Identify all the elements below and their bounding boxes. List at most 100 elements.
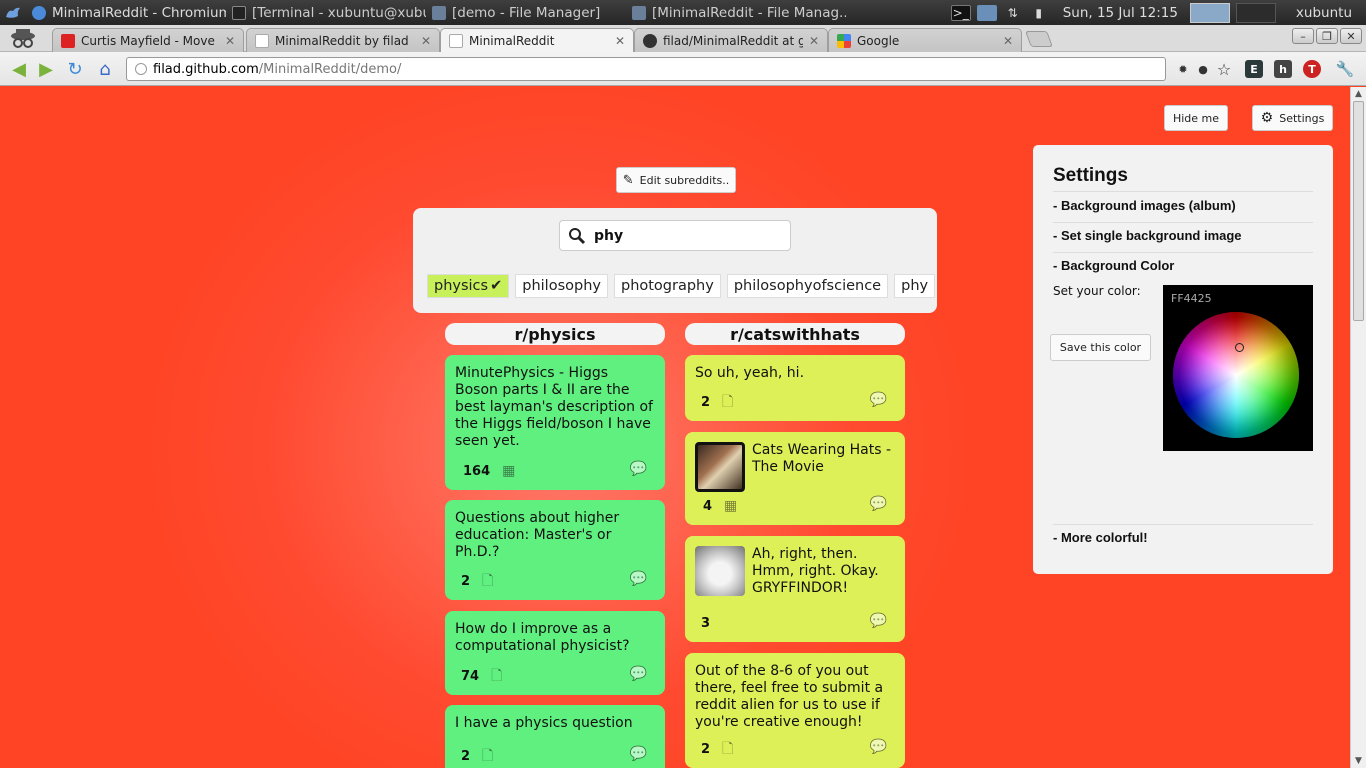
color-marker[interactable] [1235, 343, 1244, 352]
column-title-physics[interactable]: r/physics [445, 323, 665, 345]
post-thumbnail[interactable] [695, 442, 745, 492]
subreddit-search-input[interactable]: phy [559, 220, 791, 251]
film-icon: ▦ [724, 498, 738, 514]
settings-button[interactable]: ⚙ Settings [1252, 105, 1333, 131]
taskbar-item-file-manager-2[interactable]: [MinimalReddit - File Manag... [626, 0, 846, 25]
save-color-button[interactable]: Save this color [1050, 334, 1151, 361]
comment-icon[interactable]: 💬 [630, 666, 647, 683]
subreddit-suggestions: physics ✔ philosophy photography philosop… [427, 274, 936, 298]
tab-minimalreddit-by-filad[interactable]: MinimalReddit by filad ✕ [246, 28, 440, 52]
document-icon: 🗋 [482, 748, 494, 764]
file-manager-launcher-icon[interactable] [976, 4, 997, 21]
terminal-launcher-icon[interactable]: >_ [950, 4, 971, 21]
wrench-menu-icon[interactable]: 🔧 [1336, 60, 1355, 78]
terminal-icon [232, 5, 246, 20]
scroll-up-icon[interactable]: ▲ [1351, 87, 1366, 101]
post-card[interactable]: Questions about higher education: Master… [445, 500, 665, 600]
setting-background-color[interactable]: - Background Color [1053, 258, 1174, 273]
post-title[interactable]: I have a physics question [455, 715, 655, 732]
post-title[interactable]: How do I improve as a computational phys… [455, 621, 655, 655]
os-taskbar: MinimalReddit - Chromium [Terminal - xub… [0, 0, 1366, 25]
tab-curtis-mayfield[interactable]: Curtis Mayfield - Move On U ✕ [52, 28, 244, 52]
comment-icon[interactable]: 💬 [630, 461, 647, 478]
post-title[interactable]: Cats Wearing Hats - The Movie [752, 442, 895, 476]
close-window-icon[interactable]: ✕ [1340, 28, 1362, 44]
post-title[interactable]: Out of the 8-6 of you out there, feel fr… [695, 663, 895, 731]
page-info-icon[interactable] [135, 63, 147, 75]
google-icon [837, 33, 851, 48]
column-title-catswithhats[interactable]: r/catswithhats [685, 323, 905, 345]
network-icon[interactable]: ⇅ [1003, 5, 1023, 21]
hide-me-button[interactable]: Hide me [1164, 105, 1228, 131]
h-extension-icon[interactable]: h [1274, 60, 1292, 78]
setting-single-background[interactable]: - Set single background image [1053, 228, 1242, 243]
scrollbar-thumb[interactable] [1353, 101, 1364, 321]
workspace-switcher-2[interactable] [1235, 2, 1276, 23]
bug-extension-icon[interactable]: ✹ [1174, 60, 1192, 78]
t-extension-icon[interactable]: T [1303, 60, 1321, 78]
close-tab-icon[interactable]: ✕ [225, 34, 235, 48]
tab-github[interactable]: filad/MinimalReddit at gh-p ✕ [634, 28, 828, 52]
comment-icon[interactable]: 💬 [630, 746, 647, 763]
back-icon[interactable]: ◀ [8, 59, 30, 80]
suggestion-philosophy[interactable]: philosophy [515, 274, 608, 298]
xfce-menu-icon[interactable] [0, 0, 26, 25]
post-card[interactable]: So uh, yeah, hi. 2 🗋 💬 [685, 355, 905, 421]
page-icon [449, 34, 463, 48]
post-score: 2 [701, 395, 711, 410]
setting-background-images[interactable]: - Background images (album) [1053, 198, 1236, 213]
post-title[interactable]: So uh, yeah, hi. [695, 365, 895, 382]
workspace-switcher-1[interactable] [1189, 2, 1230, 23]
forward-icon[interactable]: ▶ [35, 59, 57, 80]
comment-icon[interactable]: 💬 [630, 571, 647, 588]
close-tab-icon[interactable]: ✕ [1003, 34, 1013, 48]
close-tab-icon[interactable]: ✕ [615, 34, 625, 48]
post-card[interactable]: Cats Wearing Hats - The Movie 4 ▦ 💬 [685, 432, 905, 525]
comment-icon[interactable]: 💬 [870, 739, 887, 756]
suggestion-physics[interactable]: physics ✔ [427, 274, 510, 298]
suggestion-philosophyofscience[interactable]: philosophyofscience [726, 274, 889, 298]
post-title[interactable]: MinutePhysics - Higgs Boson parts I & II… [455, 365, 655, 450]
evernote-extension-icon[interactable]: E [1245, 60, 1263, 78]
suggestion-phy[interactable]: phy [894, 274, 936, 298]
close-tab-icon[interactable]: ✕ [809, 34, 819, 48]
post-card[interactable]: Out of the 8-6 of you out there, feel fr… [685, 653, 905, 768]
tab-minimalreddit[interactable]: MinimalReddit ✕ [440, 28, 634, 53]
post-title[interactable]: Ah, right, then. Hmm, right. Okay. GRYFF… [752, 546, 895, 597]
post-card[interactable]: Ah, right, then. Hmm, right. Okay. GRYFF… [685, 536, 905, 642]
address-bar[interactable]: filad.github.com/MinimalReddit/demo/ [126, 57, 1166, 81]
minimize-icon[interactable]: – [1292, 28, 1314, 44]
user-name[interactable]: xubuntu [1296, 5, 1352, 21]
taskbar-item-chromium[interactable]: MinimalReddit - Chromium [26, 0, 226, 25]
close-tab-icon[interactable]: ✕ [421, 34, 431, 48]
edit-subreddits-button[interactable]: ✎ Edit subreddits.. [616, 167, 736, 193]
comment-icon[interactable]: 💬 [870, 496, 887, 513]
maximize-icon[interactable]: ❐ [1316, 28, 1338, 44]
divider [1053, 524, 1313, 525]
battery-icon[interactable]: ▮ [1029, 5, 1049, 21]
github-icon [643, 33, 657, 48]
comment-icon[interactable]: 💬 [870, 613, 887, 630]
post-title[interactable]: Questions about higher education: Master… [455, 510, 655, 561]
post-card[interactable]: How do I improve as a computational phys… [445, 611, 665, 695]
bookmark-star-icon[interactable]: ☆ [1215, 60, 1233, 79]
post-card[interactable]: I have a physics question 2 🗋 💬 [445, 705, 665, 768]
home-icon[interactable]: ⌂ [94, 59, 116, 80]
subreddit-search-panel: phy physics ✔ philosophy photography phil… [413, 208, 937, 313]
scroll-down-icon[interactable]: ▼ [1351, 754, 1366, 768]
page-scrollbar[interactable]: ▲ ▼ [1350, 87, 1366, 768]
folder-icon [632, 5, 646, 20]
clock[interactable]: Sun, 15 Jul 12:15 [1063, 5, 1178, 21]
tab-google[interactable]: Google ✕ [828, 28, 1022, 52]
setting-more-colorful[interactable]: - More colorful! [1053, 530, 1148, 545]
color-picker[interactable]: FF4425 [1163, 285, 1313, 451]
reload-icon[interactable]: ↻ [64, 59, 86, 80]
taskbar-item-file-manager[interactable]: [demo - File Manager] [426, 0, 626, 25]
suggestion-photography[interactable]: photography [613, 274, 721, 298]
post-card[interactable]: MinutePhysics - Higgs Boson parts I & II… [445, 355, 665, 490]
comment-icon[interactable]: 💬 [870, 392, 887, 409]
taskbar-item-terminal[interactable]: [Terminal - xubuntu@xubu... [226, 0, 426, 25]
new-tab-button[interactable] [1025, 31, 1053, 47]
post-thumbnail[interactable] [695, 546, 745, 596]
lightbulb-extension-icon[interactable]: ● [1194, 60, 1212, 78]
